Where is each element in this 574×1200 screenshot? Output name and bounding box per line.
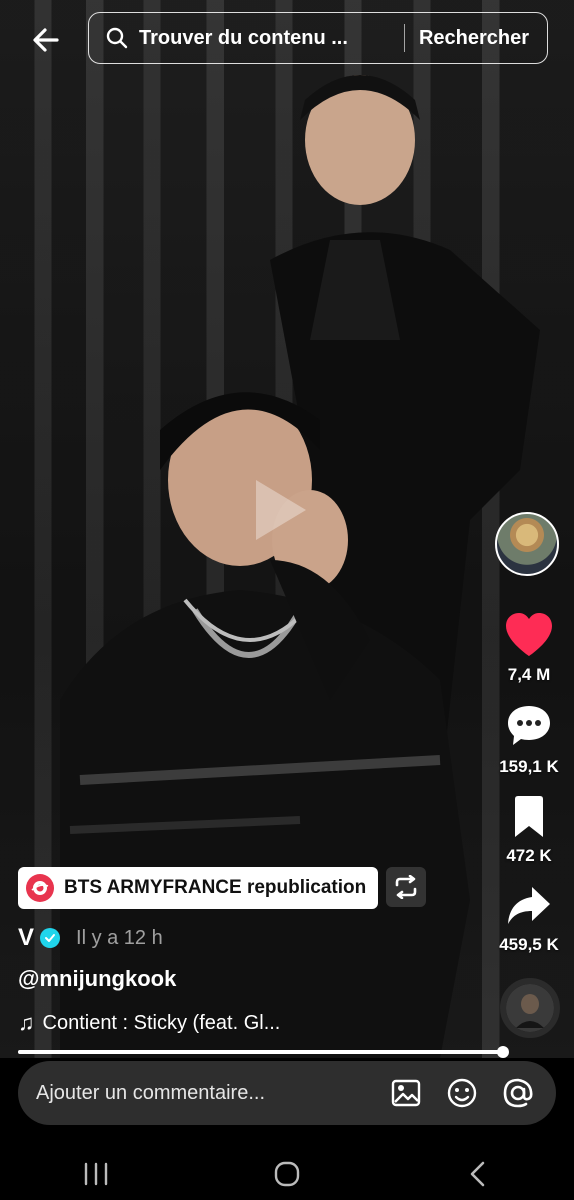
creator-avatar[interactable] <box>495 512 559 576</box>
search-input[interactable]: Trouver du contenu ... <box>139 27 396 50</box>
search-divider <box>403 24 405 52</box>
progress-fill <box>18 1050 504 1054</box>
home-button[interactable] <box>257 1154 317 1194</box>
music-row[interactable]: ♫ Contient : Sticky (feat. Gl... <box>18 1010 280 1036</box>
music-disc[interactable] <box>500 978 560 1038</box>
comment-input[interactable]: Ajouter un commentaire... <box>36 1082 388 1105</box>
music-label: Contient : Sticky (feat. Gl... <box>42 1011 281 1034</box>
video-progress-bar[interactable] <box>18 1046 510 1058</box>
home-icon <box>274 1161 300 1187</box>
repost-user-icon <box>26 874 54 902</box>
search-icon <box>105 26 129 50</box>
heart-icon <box>506 613 552 656</box>
caption-mention[interactable]: @mnijungkook <box>18 966 176 992</box>
bookmark-icon <box>515 796 543 837</box>
recent-apps-button[interactable] <box>66 1154 126 1194</box>
save-button[interactable]: 472 K <box>494 795 564 866</box>
music-cover-icon <box>506 984 554 1032</box>
back-button[interactable] <box>24 20 68 60</box>
back-nav-button[interactable] <box>448 1154 508 1194</box>
search-box[interactable]: Trouver du contenu ... Rechercher <box>88 12 548 64</box>
back-arrow-icon <box>33 28 59 52</box>
search-button[interactable]: Rechercher <box>419 27 529 50</box>
back-nav-icon <box>471 1161 485 1187</box>
repost-button[interactable] <box>386 867 426 907</box>
comment-bar[interactable]: Ajouter un commentaire... <box>18 1061 556 1125</box>
emoji-icon[interactable] <box>444 1075 480 1111</box>
music-note-icon: ♫ <box>18 1010 35 1035</box>
share-count: 459,5 K <box>499 935 559 954</box>
bottom-panel: Ajouter un commentaire... <box>0 1058 574 1200</box>
at-icon[interactable] <box>500 1075 536 1111</box>
recent-apps-icon <box>84 1162 107 1186</box>
progress-handle[interactable] <box>497 1046 510 1058</box>
repost-badge[interactable]: BTS ARMYFRANCE republication <box>18 867 379 909</box>
share-button[interactable]: 459,5 K <box>494 884 564 955</box>
system-nav-bar <box>0 1148 574 1200</box>
author-name[interactable]: V <box>18 924 34 952</box>
comment-button[interactable]: 159,1 K <box>494 702 564 777</box>
repost-icon <box>395 875 417 899</box>
post-time: Il y a 12 h <box>76 926 163 949</box>
like-count: 7,4 M <box>507 665 551 684</box>
verified-icon <box>40 928 61 948</box>
like-button[interactable]: 7,4 M <box>494 612 564 685</box>
comment-icon <box>508 706 550 745</box>
share-icon <box>508 887 550 924</box>
repost-label: BTS ARMYFRANCE republication <box>64 877 367 898</box>
video-player[interactable]: Trouver du contenu ... Rechercher 7,4 M … <box>0 0 574 1058</box>
author-row: V Il y a 12 h <box>18 924 163 952</box>
save-count: 472 K <box>506 846 552 865</box>
comment-count: 159,1 K <box>499 757 559 776</box>
image-icon[interactable] <box>388 1075 424 1111</box>
top-bar: Trouver du contenu ... Rechercher <box>0 10 574 68</box>
